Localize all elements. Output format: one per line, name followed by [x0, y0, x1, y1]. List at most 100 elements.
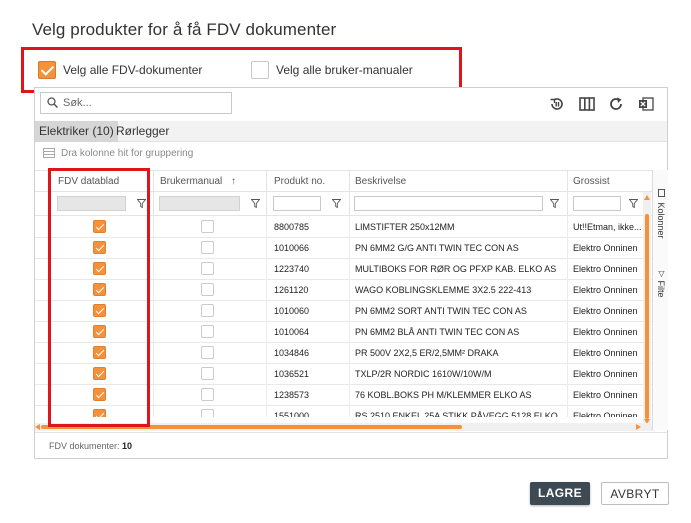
cell-divider — [266, 364, 267, 385]
column-header-description[interactable]: Beskrivelse — [355, 171, 406, 193]
select-all-manuals-checkbox[interactable] — [251, 61, 269, 79]
filter-input-manual — [159, 196, 240, 211]
cell-product-no: 1010066 — [274, 243, 310, 253]
cell-divider — [567, 364, 568, 385]
scroll-right-icon[interactable] — [636, 424, 641, 430]
vertical-scroll-thumb[interactable] — [645, 214, 649, 419]
cell-divider — [349, 301, 350, 322]
column-header-product-no[interactable]: Produkt no. — [274, 171, 325, 193]
manual-checkbox[interactable] — [201, 220, 214, 233]
cell-wholesaler: Ut!!Etman, ikke... — [573, 222, 642, 232]
filter-input-wholesaler[interactable] — [573, 196, 621, 211]
cell-product-no: 1010060 — [274, 306, 310, 316]
cell-wholesaler: Elektro Onninen — [573, 390, 638, 400]
select-all-fdv-checkbox[interactable] — [38, 61, 56, 79]
cell-product-no: 1036521 — [274, 369, 310, 379]
cell-divider — [349, 259, 350, 280]
cell-divider — [153, 385, 154, 406]
cell-wholesaler: Elektro Onninen — [573, 285, 638, 295]
cell-description: MULTIBOKS FOR RØR OG PFXP KAB. ELKO AS — [355, 264, 557, 274]
excel-export-icon[interactable] — [637, 95, 655, 113]
cell-divider — [266, 238, 267, 259]
cell-divider — [153, 280, 154, 301]
cell-description: RS 2510 ENKEL 25A STIKK PÅVEGG 5128 ELKO — [355, 411, 558, 417]
manual-checkbox[interactable] — [201, 325, 214, 338]
cell-divider — [153, 238, 154, 259]
cell-divider — [266, 259, 267, 280]
filter-input-product-no[interactable] — [273, 196, 321, 211]
cell-divider — [266, 406, 267, 417]
scroll-left-icon[interactable] — [35, 424, 40, 430]
filter-input-description[interactable] — [354, 196, 543, 211]
search-icon — [47, 97, 58, 108]
cell-product-no: 8800785 — [274, 222, 310, 232]
side-tab-columns[interactable]: Kolonner — [653, 184, 669, 244]
search-placeholder: Søk... — [63, 97, 92, 109]
manual-checkbox[interactable] — [201, 262, 214, 275]
cell-wholesaler: Elektro Onninen — [573, 243, 638, 253]
fdv-document-count: FDV dokumenter: 10 — [49, 441, 132, 451]
cell-divider — [567, 301, 568, 322]
cell-divider — [266, 385, 267, 406]
select-all-fdv-label[interactable]: Velg alle FDV-dokumenter — [63, 63, 202, 77]
cell-product-no: 1551000 — [274, 411, 310, 417]
refresh-icon[interactable] — [607, 95, 625, 113]
manual-checkbox[interactable] — [201, 367, 214, 380]
cell-wholesaler: Elektro Onninen — [573, 306, 638, 316]
select-all-manuals-label[interactable]: Velg alle bruker-manualer — [276, 63, 413, 77]
manual-checkbox[interactable] — [201, 283, 214, 296]
manual-checkbox[interactable] — [201, 346, 214, 359]
cell-wholesaler: Elektro Onninen — [573, 264, 638, 274]
manual-checkbox[interactable] — [201, 409, 214, 417]
filter-icon[interactable] — [251, 199, 260, 208]
filter-icon[interactable] — [550, 199, 559, 208]
side-tab-columns-label: Kolonner — [656, 202, 666, 239]
cell-divider — [349, 280, 350, 301]
cell-product-no: 1034846 — [274, 348, 310, 358]
cell-divider — [153, 343, 154, 364]
scroll-up-icon[interactable] — [644, 195, 650, 200]
column-header-wholesaler[interactable]: Grossist — [573, 171, 610, 193]
cell-description: PR 500V 2X2,5 ER/2,5MM² DRAKA — [355, 348, 499, 358]
cell-wholesaler: Elektro Onninen — [573, 369, 638, 379]
cell-divider — [567, 238, 568, 259]
cell-description: PN 6MM2 SORT ANTI TWIN TEC CON AS — [355, 306, 527, 316]
filter-icon[interactable] — [332, 199, 341, 208]
cell-product-no: 1223740 — [274, 264, 310, 274]
cell-description: PN 6MM2 BLÅ ANTI TWIN TEC CON AS — [355, 327, 520, 337]
tab-rorlegger[interactable]: Rørlegger — [112, 121, 173, 142]
column-header-manual[interactable]: Brukermanual ↑ — [160, 171, 236, 193]
reset-columns-icon[interactable] — [548, 95, 566, 113]
group-tabs-bar: Elektriker (10) Rørlegger — [35, 121, 667, 142]
cell-divider — [567, 217, 568, 238]
manual-checkbox[interactable] — [201, 241, 214, 254]
manual-checkbox[interactable] — [201, 304, 214, 317]
grouping-hint: Dra kolonne hit for gruppering — [61, 148, 194, 159]
cell-description: PN 6MM2 G/G ANTI TWIN TEC CON AS — [355, 243, 519, 253]
search-input[interactable]: Søk... — [40, 92, 232, 114]
cell-divider — [349, 343, 350, 364]
cell-divider — [349, 364, 350, 385]
cancel-button[interactable]: AVBRYT — [601, 482, 669, 505]
cell-wholesaler: Elektro Onninen — [573, 411, 638, 417]
cell-description: LIMSTIFTER 250x12MM — [355, 222, 455, 232]
cell-divider — [349, 217, 350, 238]
cell-divider — [567, 385, 568, 406]
grouping-drop-zone[interactable]: Dra kolonne hit for gruppering — [43, 148, 193, 159]
columns-icon[interactable] — [578, 95, 596, 113]
cell-divider — [153, 217, 154, 238]
vertical-scrollbar[interactable] — [643, 192, 651, 424]
filter-icon[interactable] — [629, 199, 638, 208]
sort-ascending-icon: ↑ — [231, 176, 237, 187]
cell-divider — [349, 406, 350, 417]
cell-divider — [266, 343, 267, 364]
cell-divider — [349, 322, 350, 343]
cell-divider — [153, 259, 154, 280]
save-button[interactable]: LAGRE — [530, 482, 590, 505]
manual-checkbox[interactable] — [201, 388, 214, 401]
cell-divider — [266, 322, 267, 343]
tab-elektriker[interactable]: Elektriker (10) — [35, 121, 118, 142]
side-tab-filter[interactable]: ▽ Filte — [653, 258, 669, 308]
dialog-title: Velg produkter for å få FDV dokumenter — [32, 20, 337, 39]
cell-description: TXLP/2R NORDIC 1610W/10W/M — [355, 369, 492, 379]
